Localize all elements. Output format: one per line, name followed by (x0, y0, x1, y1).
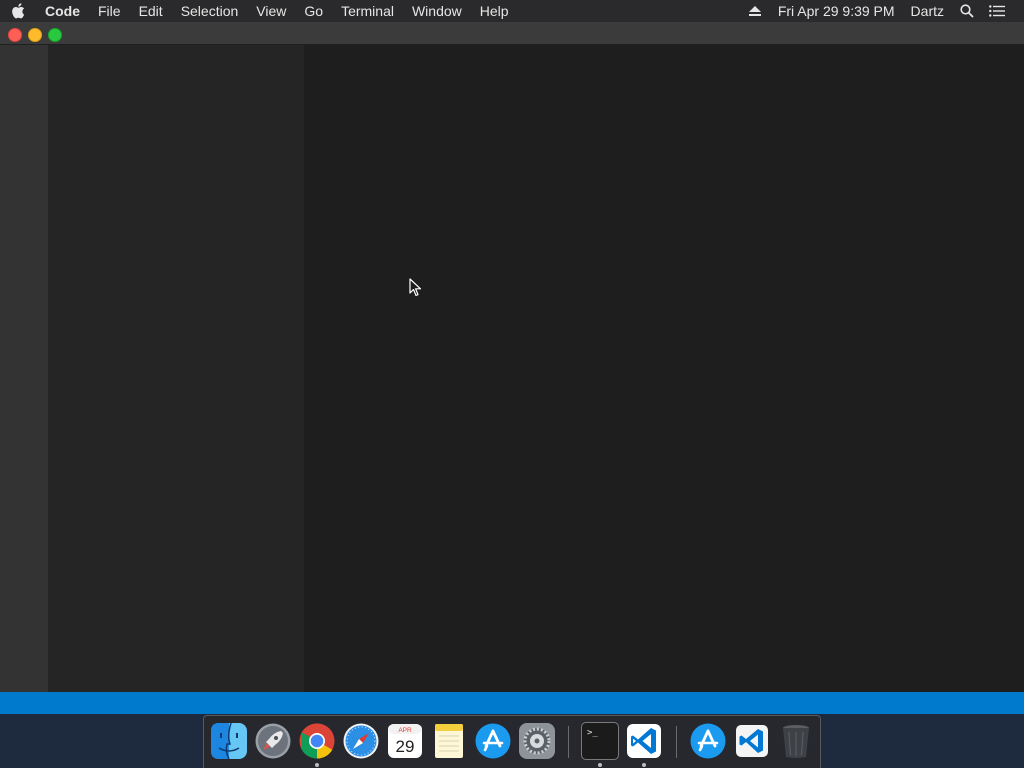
app-store-folder-icon[interactable] (689, 722, 727, 760)
clock[interactable]: Fri Apr 29 9:39 PM (770, 0, 903, 22)
vscode-running-indicator (642, 763, 646, 767)
apple-menu-icon[interactable] (0, 3, 36, 19)
notes-icon[interactable] (430, 722, 468, 760)
app-store-icon[interactable] (474, 722, 512, 760)
menu-file[interactable]: File (89, 0, 130, 22)
system-preferences-icon[interactable] (518, 722, 556, 760)
calendar-day: 29 (396, 737, 415, 756)
chrome-running-indicator (315, 763, 319, 767)
terminal-icon[interactable]: >_ (581, 722, 619, 760)
vscode-folder-icon[interactable] (733, 722, 771, 760)
side-bar[interactable] (48, 45, 304, 692)
menu-app-code[interactable]: Code (36, 0, 89, 22)
notification-center-icon[interactable] (988, 0, 1006, 22)
dock-separator (568, 726, 569, 758)
user-name[interactable]: Dartz (903, 0, 952, 22)
trash-icon[interactable] (777, 722, 815, 760)
terminal-prompt: >_ (587, 728, 598, 738)
calendar-month: APR (398, 727, 412, 734)
dock: APR 29 >_ (203, 715, 821, 768)
menu-selection[interactable]: Selection (172, 0, 248, 22)
menu-edit[interactable]: Edit (130, 0, 172, 22)
editor-area[interactable] (304, 45, 1024, 692)
calendar-icon[interactable]: APR 29 (386, 722, 424, 760)
launchpad-icon[interactable] (254, 722, 292, 760)
vscode-icon[interactable] (625, 722, 663, 760)
menu-go[interactable]: Go (295, 0, 332, 22)
mouse-cursor-icon (409, 278, 422, 297)
safari-icon[interactable] (342, 722, 380, 760)
chrome-icon[interactable] (298, 722, 336, 760)
minimize-window-button[interactable] (28, 28, 42, 42)
eject-icon[interactable] (746, 0, 764, 22)
menu-window[interactable]: Window (403, 0, 471, 22)
terminal-running-indicator (598, 763, 602, 767)
status-bar[interactable] (0, 692, 1024, 714)
spotlight-search-icon[interactable] (958, 0, 976, 22)
finder-icon[interactable] (210, 722, 248, 760)
close-window-button[interactable] (8, 28, 22, 42)
activity-bar[interactable] (0, 45, 48, 692)
menu-view[interactable]: View (247, 0, 295, 22)
menu-terminal[interactable]: Terminal (332, 0, 403, 22)
menu-bar: Code File Edit Selection View Go Termina… (0, 0, 1024, 22)
window-title-bar[interactable] (0, 22, 1024, 45)
maximize-window-button[interactable] (48, 28, 62, 42)
menu-help[interactable]: Help (471, 0, 518, 22)
dock-separator (676, 726, 677, 758)
